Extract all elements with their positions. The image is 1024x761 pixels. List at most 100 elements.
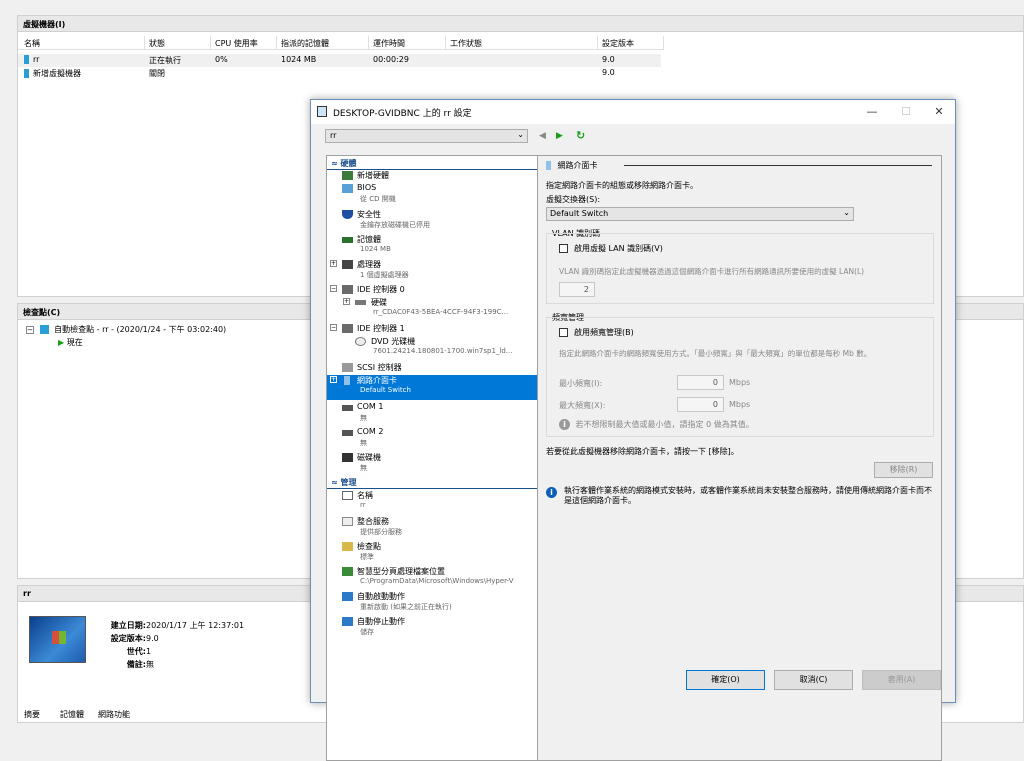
tree-item-hard-disk[interactable]: + 硬碟 rr_CDAC0F43-5BEA-4CCF-94F3-199C... xyxy=(327,297,537,321)
collapse-up-icon: ≈ xyxy=(331,478,338,487)
tree-item-network-adapter[interactable]: + 網路介面卡 Default Switch xyxy=(327,375,537,400)
collapse-icon[interactable]: − xyxy=(330,285,337,292)
add-hardware-icon xyxy=(342,171,353,180)
tab-summary[interactable]: 摘要 xyxy=(24,709,40,720)
tree-item-security[interactable]: 安全性 金鑰存放磁碟機已停用 xyxy=(327,209,537,233)
bandwidth-description: 指定此網路介面卡的網路頻寬使用方式。「最小頻寬」與「最大頻寬」的單位都是每秒 M… xyxy=(559,349,872,358)
tree-item-add-hardware[interactable]: 新增硬體 xyxy=(327,170,537,183)
switch-select[interactable]: Default Switch ⌄ xyxy=(546,207,854,221)
info-icon: i xyxy=(559,419,570,430)
hard-disk-icon xyxy=(355,300,366,305)
vm-row[interactable]: 新增虛擬機器 關閉 9.0 xyxy=(18,67,661,80)
network-adapter-icon xyxy=(344,376,350,385)
expand-icon[interactable]: + xyxy=(343,298,350,305)
hardware-section[interactable]: ≈ 硬體 xyxy=(327,158,537,170)
col-cpu[interactable]: CPU 使用率 xyxy=(211,36,277,50)
vm-select[interactable]: rr ⌄ xyxy=(325,129,528,143)
min-bandwidth-label: 最小頻寬(I): xyxy=(559,379,603,388)
tree-item-com1[interactable]: COM 1無 xyxy=(327,402,537,426)
checkpoint-now[interactable]: ▶ 現在 xyxy=(58,337,83,348)
col-state[interactable]: 狀態 xyxy=(145,36,211,50)
vm-name: rr xyxy=(33,55,40,64)
tree-item-scsi[interactable]: SCSI 控制器 xyxy=(327,362,537,375)
tree-item-checkpoints[interactable]: 檢查點 標準 xyxy=(327,541,537,565)
checkpoint-root[interactable]: − 自動檢查點 - rr - (2020/1/24 - 下午 03:02:40) xyxy=(26,324,226,335)
vlan-checkbox[interactable]: 啟用虛擬 LAN 識別碼(V) xyxy=(559,243,663,254)
nic-description: 指定網路介面卡的組態或移除網路介面卡。 xyxy=(546,181,698,190)
tree-item-com2[interactable]: COM 2無 xyxy=(327,427,537,451)
tree-item-dvd[interactable]: DVD 光碟機 7601.24214.180801-1700.win7sp1_ld… xyxy=(327,336,537,360)
back-icon[interactable]: ◀ xyxy=(539,131,546,141)
min-bandwidth-input[interactable]: 0 xyxy=(677,375,724,390)
vm-name: 新增虛擬機器 xyxy=(33,69,81,78)
collapse-icon[interactable]: − xyxy=(26,325,34,334)
ide-controller-icon xyxy=(342,324,353,333)
refresh-icon[interactable]: ↻ xyxy=(576,129,585,142)
vm-row[interactable]: rr 正在執行 0% 1024 MB 00:00:29 9.0 xyxy=(18,54,661,67)
tree-item-diskette[interactable]: 磁碟機無 xyxy=(327,452,537,476)
memory-icon xyxy=(342,237,353,243)
col-version[interactable]: 設定版本 xyxy=(598,36,664,50)
vm-cpu: 0% xyxy=(215,55,228,64)
management-section[interactable]: ≈ 管理 xyxy=(327,477,537,489)
tree-item-name[interactable]: 名稱 rr xyxy=(327,490,537,514)
vm-table-header: 名稱 狀態 CPU 使用率 指派的記憶體 運作時間 工作狀態 設定版本 xyxy=(18,36,664,50)
tree-item-auto-stop[interactable]: 自動停止動作 儲存 xyxy=(327,616,537,640)
heading-divider xyxy=(624,165,932,166)
settings-tree: ≈ 硬體 新增硬體 BIOS 從 CD 開機 安全性 金鑰存放磁碟機已停用 記憶體 1… xyxy=(326,155,538,761)
vm-uptime: 00:00:29 xyxy=(373,55,409,64)
tree-item-integration[interactable]: 整合服務 提供部分服務 xyxy=(327,516,537,540)
auto-stop-icon xyxy=(342,617,353,626)
version-value: 9.0 xyxy=(146,634,159,643)
scsi-icon xyxy=(342,363,353,372)
created-label: 建立日期: xyxy=(110,621,146,630)
cancel-button[interactable]: 取消(C) xyxy=(774,670,853,690)
tree-item-memory[interactable]: 記憶體 1024 MB xyxy=(327,234,537,258)
com-port-icon xyxy=(342,405,353,411)
vm-state: 關閉 xyxy=(149,69,165,78)
ide-controller-icon xyxy=(342,285,353,294)
settings-window-icon xyxy=(317,106,327,117)
tab-memory[interactable]: 記憶體 xyxy=(60,709,84,720)
vm-icon xyxy=(24,55,29,64)
tree-item-ide-1[interactable]: − IDE 控制器 1 xyxy=(327,323,537,336)
auto-start-icon xyxy=(342,592,353,601)
checkpoint-now-label: 現在 xyxy=(66,338,83,347)
remove-instructions: 若要從此虛擬機器移除網路介面卡，請按一下 [移除]。 xyxy=(546,447,739,456)
collapse-icon[interactable]: − xyxy=(330,324,337,331)
expand-icon[interactable]: + xyxy=(330,376,337,383)
tree-item-ide-0[interactable]: − IDE 控制器 0 xyxy=(327,284,537,297)
bandwidth-checkbox[interactable]: 啟用頻寬管理(B) xyxy=(559,327,634,338)
remove-button[interactable]: 移除(R) xyxy=(874,462,933,478)
apply-button[interactable]: 套用(A) xyxy=(862,670,941,690)
col-memory[interactable]: 指派的記憶體 xyxy=(277,36,369,50)
integration-icon xyxy=(342,517,353,526)
col-name[interactable]: 名稱 xyxy=(20,36,145,50)
vlan-id-input[interactable]: 2 xyxy=(559,282,595,297)
vm-version: 9.0 xyxy=(602,55,615,64)
created-value: 2020/1/17 上午 12:37:01 xyxy=(146,621,245,630)
windows-logo-icon xyxy=(52,631,66,644)
col-status[interactable]: 工作狀態 xyxy=(446,36,598,50)
expand-icon[interactable]: + xyxy=(330,260,337,267)
forward-icon[interactable]: ▶ xyxy=(556,131,563,141)
ok-button[interactable]: 確定(O) xyxy=(686,670,765,690)
tree-item-processor[interactable]: + 處理器 1 個虛擬處理器 xyxy=(327,259,537,283)
maximize-icon[interactable]: ☐ xyxy=(889,100,923,124)
col-uptime[interactable]: 運作時間 xyxy=(369,36,446,50)
vm-state: 正在執行 xyxy=(149,56,181,65)
vm-thumbnail[interactable] xyxy=(29,616,86,663)
tree-item-paging[interactable]: 智慧型分頁處理檔案位置 C:\ProgramData\Microsoft\Wind… xyxy=(327,566,537,590)
dialog-title: DESKTOP-GVIDBNC 上的 rr 設定 xyxy=(333,109,472,119)
tab-networking[interactable]: 網路功能 xyxy=(98,709,130,720)
tree-item-auto-start[interactable]: 自動啟動動作 重新啟動 (如果之前正在執行) xyxy=(327,591,537,615)
close-icon[interactable]: ✕ xyxy=(922,100,956,124)
tree-item-bios[interactable]: BIOS 從 CD 開機 xyxy=(327,183,537,207)
checkpoint-icon xyxy=(39,325,49,334)
dialog-titlebar[interactable]: DESKTOP-GVIDBNC 上的 rr 設定 — ☐ ✕ xyxy=(311,100,955,124)
minimize-icon[interactable]: — xyxy=(855,100,889,124)
vlan-description: VLAN 識別碼指定此虛擬機器透過這個網路介面卡進行所有網路通訊所要使用的虛擬 … xyxy=(559,267,865,276)
legacy-note: i 執行客體作業系統的網路模式安裝時，或客體作業系統尚未安裝整合服務時，請使用傳… xyxy=(546,486,934,506)
max-bandwidth-input[interactable]: 0 xyxy=(677,397,724,412)
dvd-icon xyxy=(355,337,366,346)
